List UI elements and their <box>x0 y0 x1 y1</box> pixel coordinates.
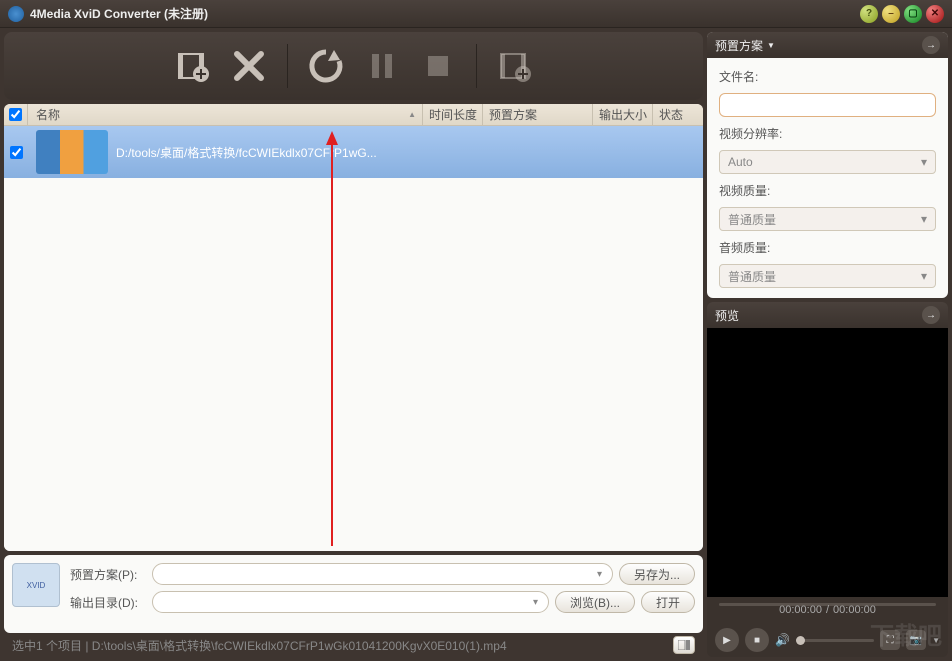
column-name[interactable]: 名称 <box>28 104 423 125</box>
title-bar: 4Media XviD Converter (未注册) ? – ▢ ✕ <box>0 0 952 28</box>
audio-quality-label: 音频质量: <box>719 239 936 256</box>
status-text: 选中1 个项目 | D:\tools\桌面\格式转换\fcCWIEkdlx07C… <box>12 637 673 654</box>
window-controls: ? – ▢ ✕ <box>860 5 944 23</box>
file-thumbnail <box>36 130 108 174</box>
preview-header-title: 预览 <box>715 307 739 324</box>
file-row[interactable]: D:/tools/桌面/格式转换/fcCWIEkdlx07CFrP1wG... <box>4 126 703 178</box>
app-icon <box>8 6 24 22</box>
row-checkbox[interactable] <box>4 146 28 159</box>
preview-expand-button[interactable]: → <box>922 306 940 324</box>
preview-timeline[interactable]: 00:00:00 / 00:00:00 <box>707 597 948 623</box>
filename-input[interactable] <box>719 93 936 117</box>
column-output-size[interactable]: 输出大小 <box>593 104 653 125</box>
play-button[interactable]: ▶ <box>715 628 739 652</box>
profile-combo[interactable] <box>152 563 613 585</box>
profile-thumbnail: XVID <box>12 563 60 607</box>
remove-file-button[interactable] <box>225 42 273 90</box>
audio-quality-combo[interactable]: 普通质量 <box>719 264 936 288</box>
time-current: 00:00:00 <box>779 604 822 616</box>
resolution-label: 视频分辨率: <box>719 125 936 142</box>
column-duration[interactable]: 时间长度 <box>423 104 483 125</box>
minimize-button[interactable]: – <box>882 5 900 23</box>
time-total: 00:00:00 <box>833 604 876 616</box>
add-profile-button[interactable] <box>491 42 539 90</box>
preview-controls: ▶ ■ 🔊 ⛶ 📷 ▼ <box>707 623 948 657</box>
volume-slider[interactable] <box>796 639 874 642</box>
profile-panel-header: 预置方案▼ → <box>707 32 948 58</box>
output-dir-combo[interactable] <box>152 591 549 613</box>
annotation-arrow <box>322 131 342 551</box>
video-quality-label: 视频质量: <box>719 182 936 199</box>
stop-button[interactable] <box>414 42 462 90</box>
resolution-combo[interactable]: Auto <box>719 150 936 174</box>
column-status[interactable]: 状态 <box>653 104 703 125</box>
toggle-panel-button[interactable] <box>673 636 695 654</box>
preview-panel-header: 预览 → <box>707 302 948 328</box>
open-button[interactable]: 打开 <box>641 591 695 613</box>
preview-video-area[interactable] <box>707 328 948 597</box>
main-toolbar <box>4 32 703 100</box>
video-quality-combo[interactable]: 普通质量 <box>719 207 936 231</box>
file-path: D:/tools/桌面/格式转换/fcCWIEkdlx07CFrP1wG... <box>116 144 703 161</box>
profile-expand-button[interactable]: → <box>922 36 940 54</box>
file-list: 名称 时间长度 预置方案 输出大小 状态 D:/tools/桌面/格式转换/fc… <box>4 104 703 551</box>
bottom-controls: XVID 预置方案(P): 另存为... 输出目录(D): 浏览(B)... 打… <box>4 555 703 633</box>
snapshot-dropdown[interactable]: ▼ <box>932 636 940 645</box>
snapshot-button[interactable]: 📷 <box>906 630 926 650</box>
list-header: 名称 时间长度 预置方案 输出大小 状态 <box>4 104 703 126</box>
convert-button[interactable] <box>302 42 350 90</box>
profile-label: 预置方案(P): <box>70 566 146 583</box>
help-button[interactable]: ? <box>860 5 878 23</box>
volume-icon[interactable]: 🔊 <box>775 633 790 647</box>
save-as-button[interactable]: 另存为... <box>619 563 695 585</box>
list-body[interactable]: D:/tools/桌面/格式转换/fcCWIEkdlx07CFrP1wG... <box>4 126 703 551</box>
profile-panel: 预置方案▼ → 文件名: 视频分辨率: Auto 视频质量: 普通质量 音频质量… <box>707 32 948 298</box>
maximize-button[interactable]: ▢ <box>904 5 922 23</box>
browse-button[interactable]: 浏览(B)... <box>555 591 635 613</box>
profile-header-title: 预置方案 <box>715 37 763 54</box>
filename-label: 文件名: <box>719 68 936 85</box>
add-file-button[interactable] <box>169 42 217 90</box>
status-bar: 选中1 个项目 | D:\tools\桌面\格式转换\fcCWIEkdlx07C… <box>4 633 703 657</box>
stop-preview-button[interactable]: ■ <box>745 628 769 652</box>
column-profile[interactable]: 预置方案 <box>483 104 593 125</box>
close-button[interactable]: ✕ <box>926 5 944 23</box>
header-checkbox[interactable] <box>4 104 28 125</box>
fullscreen-button[interactable]: ⛶ <box>880 630 900 650</box>
pause-button[interactable] <box>358 42 406 90</box>
time-sep: / <box>826 604 829 616</box>
window-title: 4Media XviD Converter (未注册) <box>30 5 860 22</box>
output-dir-label: 输出目录(D): <box>70 594 146 611</box>
preview-panel: 预览 → 00:00:00 / 00:00:00 ▶ ■ 🔊 ⛶ 📷 ▼ <box>707 302 948 657</box>
